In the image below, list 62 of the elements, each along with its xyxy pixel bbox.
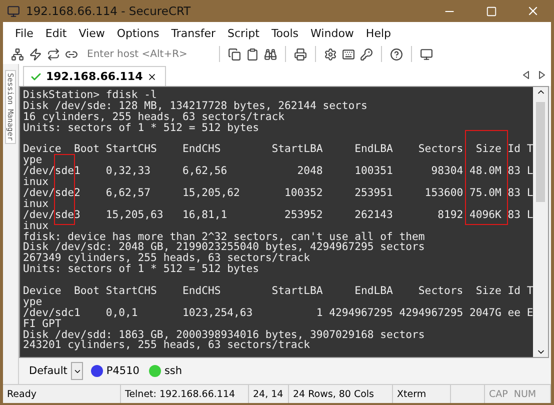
maximize-icon[interactable] <box>486 6 496 16</box>
reconnect-icon[interactable] <box>47 48 60 60</box>
status-text: NUM <box>514 388 536 400</box>
settings-icon[interactable] <box>324 48 337 60</box>
terminal-line: Device Boot StartCHS EndCHS StartLBA EndLBA Sectors Size Id T <box>23 144 533 156</box>
menu-item[interactable]: Tools <box>265 26 305 40</box>
terminal-line: ype <box>23 296 44 308</box>
dropdown-label: Default <box>29 365 68 377</box>
scrollbar[interactable] <box>533 87 548 357</box>
menu-item[interactable]: Transfer <box>165 26 222 40</box>
terminal-line: /dev/sdc1 0,0,1 1023,254,63 1 4294967295 4294967295 2047G ee E <box>23 308 533 319</box>
terminal-line: inux <box>23 177 49 188</box>
terminal-line: 243201 cylinders, 255 heads, 63 sectors/track <box>23 340 312 352</box>
status-text: 24, 14 <box>249 385 289 403</box>
terminal-line: inux <box>23 198 50 210</box>
session-icon[interactable] <box>420 48 433 60</box>
help-icon[interactable] <box>390 48 403 60</box>
network-icon[interactable] <box>11 48 24 60</box>
terminal-line: ype <box>23 155 42 166</box>
status-text: Ready <box>3 385 121 403</box>
printer-icon[interactable] <box>294 48 307 60</box>
window-title: 192.168.66.114 - SecureCRT <box>26 4 192 18</box>
binoculars-icon[interactable] <box>264 48 277 60</box>
terminal-line: Units: sectors of 1 * 512 = 512 bytes <box>23 264 260 276</box>
terminal-line: 267349 cylinders, 255 heads, 63 sectors/track <box>23 253 312 264</box>
session-tab[interactable]: 192.168.66.114 <box>23 66 166 86</box>
menu-item[interactable]: Script <box>222 26 266 40</box>
keyboard-icon[interactable] <box>342 48 355 60</box>
terminal-line: DiskStation> fdisk -l <box>23 90 158 101</box>
terminal-line: Disk /dev/sdd: 1863 GB, 2000398934016 bytes, 3907029168 sectors <box>23 330 426 340</box>
terminal-line: fdisk: device has more than 2^32 sectors, can't use all of them <box>23 232 426 242</box>
terminal-line: Disk /dev/sde: 128 MB, 134217728 bytes, 262144 sectors <box>23 100 368 112</box>
app-icon <box>7 4 20 18</box>
close-icon[interactable] <box>146 72 157 82</box>
terminal-line: Device Boot StartCHS EndCHS StartLBA EndLBA Sectors Size Id T <box>23 286 533 297</box>
menu-item[interactable]: Window <box>304 26 360 40</box>
menu-item[interactable]: Help <box>360 26 397 40</box>
scroll-thumb[interactable] <box>536 102 545 202</box>
menu-item[interactable]: File <box>9 26 40 40</box>
dropdown-button[interactable] <box>71 362 84 380</box>
scroll-left-icon[interactable] <box>523 71 529 79</box>
terminal-line: inux <box>23 220 50 232</box>
terminal-line: FI GPT <box>23 318 62 330</box>
status-text: CAP <box>489 388 508 400</box>
status-text: 24 Rows, 80 Cols <box>289 385 393 403</box>
session-button[interactable]: ssh <box>147 365 184 377</box>
lightning-icon[interactable] <box>29 48 42 60</box>
key-icon[interactable] <box>360 48 373 60</box>
session-button[interactable]: P4510 <box>89 365 142 377</box>
host-field[interactable]: Enter host <Alt+R> <box>83 48 211 60</box>
tab-label: 192.168.66.114 <box>46 70 143 83</box>
status-text: Xterm <box>393 385 451 403</box>
terminal-line: Units: sectors of 1 * 512 = 512 bytes <box>23 122 260 134</box>
scroll-right-icon[interactable] <box>539 71 545 79</box>
status-text: Telnet: 192.168.66.114 <box>121 385 249 403</box>
terminal-line: Disk /dev/sdc: 2048 GB, 2199023255040 bytes, 4294967295 sectors <box>23 242 426 254</box>
copy-icon[interactable] <box>228 48 241 60</box>
menu-item[interactable]: Edit <box>39 26 73 40</box>
menu-item[interactable]: View <box>72 26 111 40</box>
clipboard-icon[interactable] <box>246 48 259 60</box>
menu-item[interactable]: Options <box>110 26 166 40</box>
terminal-line: 16 cylinders, 255 heads, 63 sectors/track <box>23 112 286 123</box>
